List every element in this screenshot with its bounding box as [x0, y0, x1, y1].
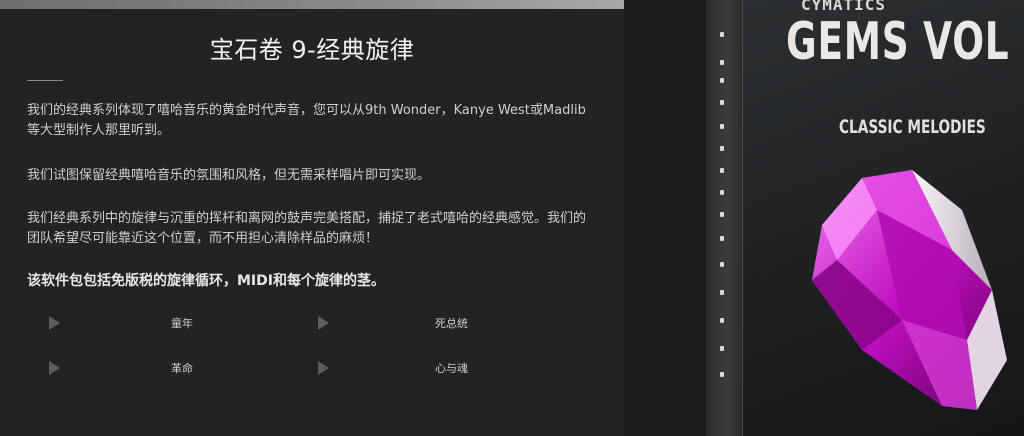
product-cover-image: CYMATICS GEMS VOL 9 CLASSIC MELODIES — [624, 0, 1024, 436]
track-item-2[interactable]: 死总统 — [318, 313, 468, 333]
track-item-3[interactable]: 革命 — [49, 358, 193, 378]
product-description-panel: 宝石卷 9-经典旋律 我们的经典系列体现了嘻哈音乐的黄金时代声音，您可以从9th… — [0, 0, 624, 436]
track-item-4[interactable]: 心与魂 — [318, 358, 468, 378]
play-icon[interactable] — [49, 316, 60, 330]
cover-title: GEMS VOL 9 — [786, 12, 1024, 72]
package-contents-note: 该软件包包括免版税的旋律循环，MIDI和每个旋律的茎。 — [27, 273, 385, 289]
track-name: 童年 — [171, 317, 193, 330]
track-name: 心与魂 — [435, 362, 468, 375]
track-name: 死总统 — [435, 317, 468, 330]
play-icon[interactable] — [49, 361, 60, 375]
description-paragraph-3: 我们经典系列中的旋律与沉重的挥杆和离网的鼓声完美搭配，捕捉了老式嘻哈的经典感觉。… — [27, 211, 587, 246]
page-title: 宝石卷 9-经典旋律 — [209, 36, 415, 64]
box-spine — [706, 0, 743, 436]
cover-subtitle: CLASSIC MELODIES — [839, 116, 986, 138]
description-paragraph-1: 我们的经典系列体现了嘻哈音乐的黄金时代声音，您可以从9th Wonder，Kan… — [27, 103, 586, 138]
top-accent-bar — [0, 0, 624, 9]
play-icon[interactable] — [318, 361, 329, 375]
track-item-1[interactable]: 童年 — [49, 313, 193, 333]
title-divider — [27, 80, 63, 81]
track-name: 革命 — [171, 362, 193, 375]
description-paragraph-2: 我们试图保留经典嘻哈音乐的氛围和风格，但无需采样唱片即可实现。 — [27, 168, 431, 183]
gem-illustration — [812, 170, 1007, 410]
play-icon[interactable] — [318, 316, 329, 330]
